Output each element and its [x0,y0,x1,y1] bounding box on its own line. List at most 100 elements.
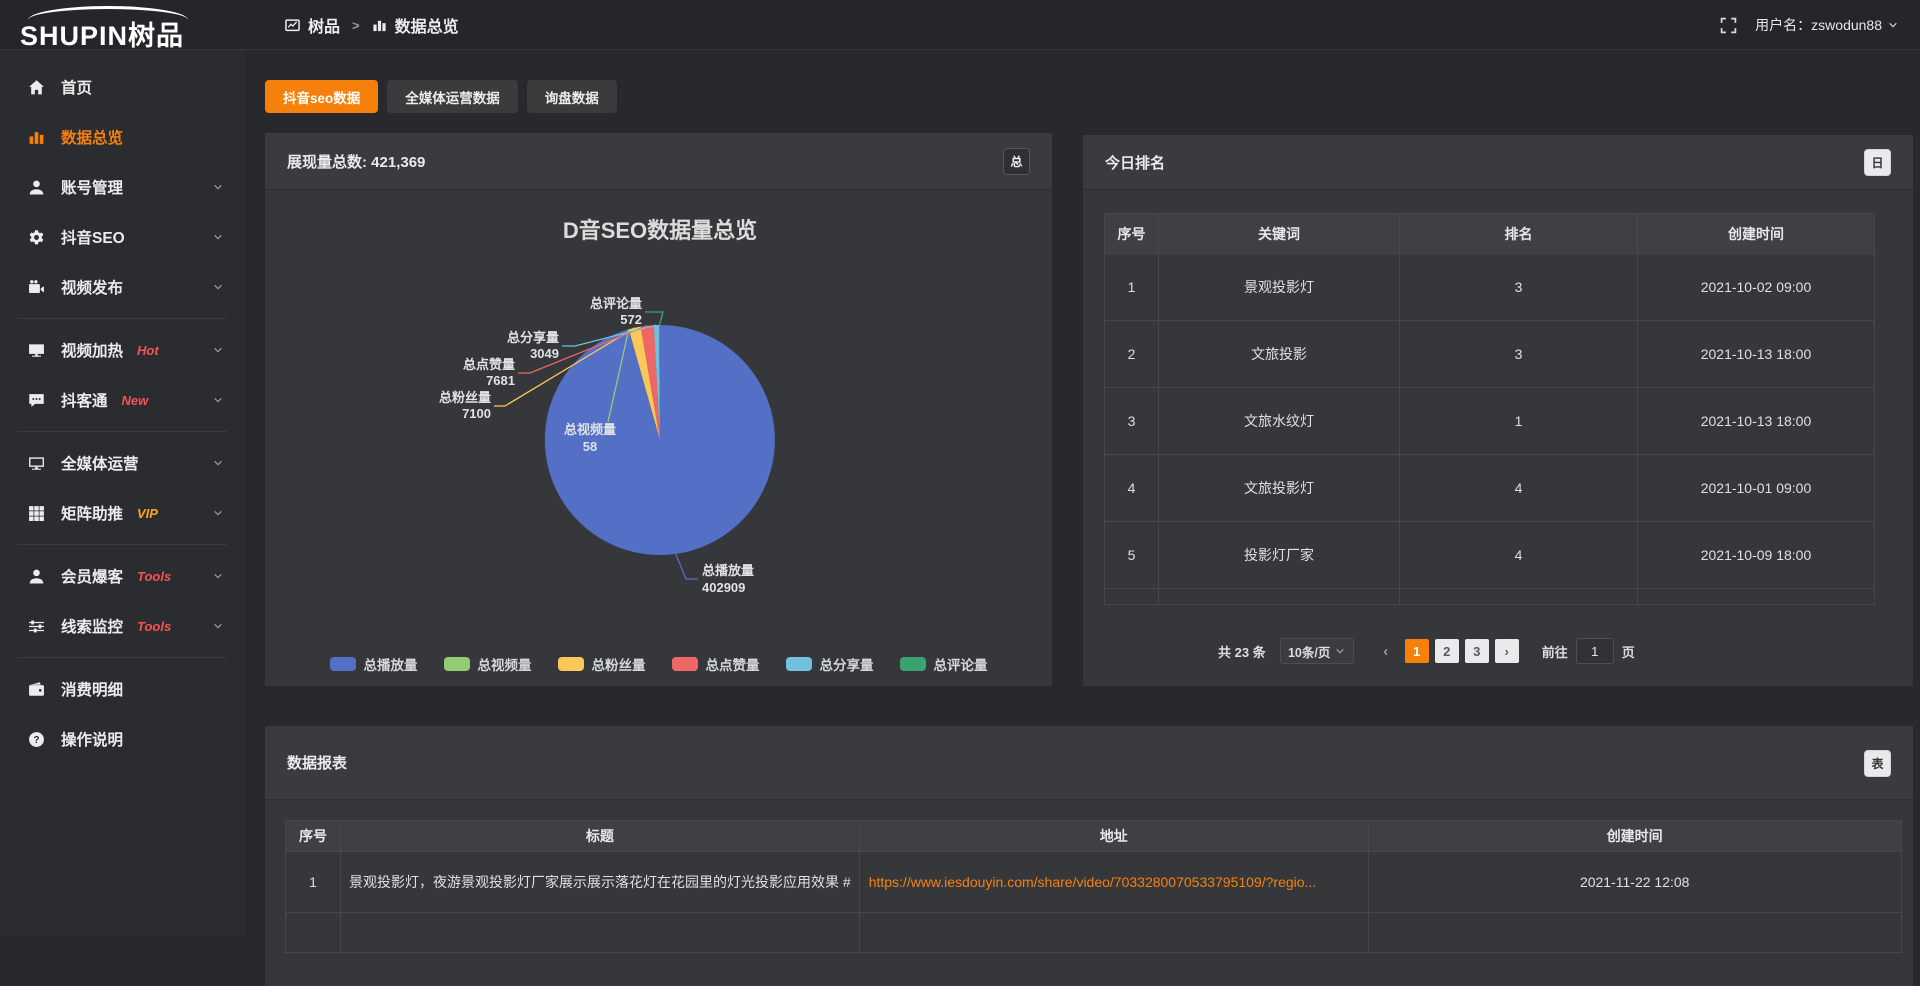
svg-text:?: ? [33,735,39,746]
table-cell: 3 [1400,321,1638,388]
sidebar-divider [18,318,227,319]
column-header: 序号 [1105,214,1159,254]
page-button-1[interactable]: 1 [1405,639,1429,663]
sidebar-item-视频加热[interactable]: 视频加热Hot [0,325,245,375]
report-title-cell: 景观投影灯，夜游景观投影灯厂家展示展示落花灯在花园里的灯光投影应用效果 # [341,852,860,913]
impressions-total-title: 展现量总数: 421,369 [287,151,425,172]
legend-item-总分享量[interactable]: 总分享量 [786,654,874,674]
sidebar-item-全媒体运营[interactable]: 全媒体运营 [0,438,245,488]
member-icon [28,568,45,585]
sidebar-divider [18,657,227,658]
user-menu[interactable]: 用户名：zswodun88 [1755,15,1898,35]
sidebar-item-label: 视频发布 [61,276,123,298]
table-cell [1400,589,1638,605]
table-cell: 投影灯厂家 [1159,522,1400,589]
legend-swatch [672,657,698,671]
sidebar-item-视频发布[interactable]: 视频发布 [0,262,245,312]
chat-icon [28,392,45,409]
table-row: 4文旅投影灯42021-10-01 09:00 [1105,455,1875,522]
sidebar-item-会员爆客[interactable]: 会员爆客Tools [0,551,245,601]
table-cell: 文旅投影 [1159,321,1400,388]
tab-抖音seo数据[interactable]: 抖音seo数据 [265,80,378,113]
column-header: 序号 [286,821,341,852]
table-cell: 2 [1105,321,1159,388]
table-cell: 4 [1400,522,1638,589]
table-cell: 2021-11-22 12:08 [1368,852,1901,913]
report-video-link[interactable]: https://www.iesdouyin.com/share/video/70… [861,874,1367,890]
sidebar-item-消费明细[interactable]: 消费明细 [0,664,245,714]
column-header: 地址 [859,821,1368,852]
table-cell [1368,913,1901,953]
tab-全媒体运营数据[interactable]: 全媒体运营数据 [387,80,518,113]
impressions-panel: 展现量总数: 421,369 总 D音SEO数据量总览总播放量402909总视频… [265,133,1052,686]
sidebar-item-首页[interactable]: 首页 [0,62,245,112]
chevron-down-icon [213,395,223,405]
column-header: 创建时间 [1638,214,1875,254]
sliders-icon [28,618,45,635]
sidebar-item-账号管理[interactable]: 账号管理 [0,162,245,212]
legend-item-总评论量[interactable]: 总评论量 [900,654,988,674]
tab-询盘数据[interactable]: 询盘数据 [527,80,617,113]
chevron-down-icon [213,508,223,518]
legend-item-总播放量[interactable]: 总播放量 [330,654,418,674]
sidebar-item-label: 线索监控 [61,615,123,637]
sidebar: 首页数据总览账号管理抖音SEO 视频发布视频加热Hot抖客通New 全媒体运营矩阵助… [0,50,245,936]
legend-label: 总粉丝量 [592,654,646,674]
table-cell: 景观投影灯 [1159,254,1400,321]
table-cell [1105,589,1159,605]
pie-label-value: 7100 [462,406,491,421]
ranking-panel: 今日排名 日 序号关键词排名创建时间1景观投影灯32021-10-02 09:0… [1083,135,1913,686]
sidebar-item-badge: VIP [137,506,158,521]
sidebar-item-矩阵助推[interactable]: 矩阵助推VIP [0,488,245,538]
username-label: 用户名：zswodun88 [1755,15,1882,35]
table-toggle-button[interactable]: 表 [1864,750,1891,777]
page-size-value: 10条/页 [1288,642,1330,661]
sidebar-item-操作说明[interactable]: ?操作说明 [0,714,245,764]
table-cell [1638,589,1875,605]
report-table: 序号标题地址创建时间1景观投影灯，夜游景观投影灯厂家展示展示落花灯在花园里的灯光… [285,820,1902,953]
breadcrumb-current: 数据总览 [395,13,459,37]
page-button-2[interactable]: 2 [1435,639,1459,663]
total-toggle-button[interactable]: 总 [1003,148,1030,175]
legend-item-总点赞量[interactable]: 总点赞量 [672,654,760,674]
table-cell: 4 [1105,455,1159,522]
pie-label-value: 572 [620,312,642,327]
goto-unit-label: 页 [1622,642,1635,661]
pie-label-value: 58 [583,439,597,454]
sidebar-item-抖音SEO[interactable]: 抖音SEO [0,212,245,262]
page-button-3[interactable]: 3 [1465,639,1489,663]
home-icon [28,79,45,96]
app-logo: SHUPIN树品 [20,4,250,48]
table-cell: 5 [1105,522,1159,589]
next-page-button[interactable]: › [1495,639,1519,663]
page-size-select[interactable]: 10条/页 [1280,638,1354,664]
chevron-down-icon [213,458,223,468]
pie-label-name: 总分享量 [507,330,559,345]
prev-page-button[interactable]: ‹ [1374,639,1398,663]
sidebar-item-badge: New [122,393,149,408]
fullscreen-icon[interactable] [1720,17,1737,34]
table-header-row: 序号关键词排名创建时间 [1105,214,1875,254]
table-cell: 2021-10-09 18:00 [1638,522,1875,589]
legend-label: 总点赞量 [706,654,760,674]
legend-swatch [330,657,356,671]
sidebar-divider [18,544,227,545]
breadcrumb-root[interactable]: 树品 [308,13,340,37]
sidebar-item-badge: Tools [137,619,171,634]
sidebar-item-抖客通[interactable]: 抖客通New [0,375,245,425]
legend-label: 总视频量 [478,654,532,674]
table-cell [1159,589,1400,605]
gear-icon [28,229,45,246]
legend-item-总视频量[interactable]: 总视频量 [444,654,532,674]
sidebar-item-线索监控[interactable]: 线索监控 Tools [0,601,245,651]
legend-item-总粉丝量[interactable]: 总粉丝量 [558,654,646,674]
goto-page-input[interactable] [1576,638,1614,664]
sidebar-item-label: 消费明细 [61,678,123,700]
legend-swatch [786,657,812,671]
column-header: 排名 [1400,214,1638,254]
pie-label-name: 总评论量 [590,296,642,311]
sidebar-item-label: 数据总览 [61,126,123,148]
chevron-down-icon [1888,20,1898,30]
day-toggle-button[interactable]: 日 [1864,149,1891,176]
sidebar-item-数据总览[interactable]: 数据总览 [0,112,245,162]
